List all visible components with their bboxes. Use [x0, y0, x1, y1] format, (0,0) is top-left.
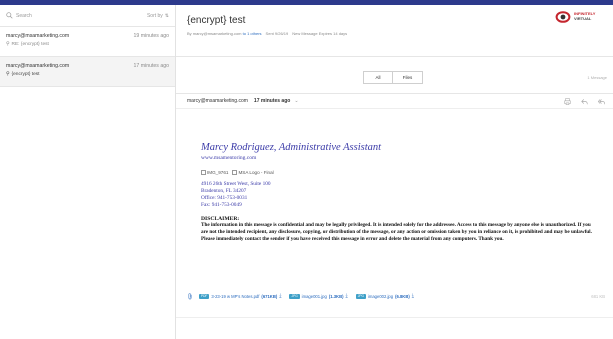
list-item-time: 19 minutes ago [133, 33, 169, 39]
file-type-badge: JPG [289, 293, 300, 299]
attachment-item[interactable]: JPG image002.jpg (6.8KB) ⤓ [355, 293, 414, 299]
signature-name: Marcy Rodriguez, Administrative Assistan… [201, 142, 382, 153]
message-count: 1 Message [587, 75, 607, 80]
logo-swirl-icon [555, 10, 571, 23]
message-header: {encrypt} test By marcy@msamarketing.com… [176, 5, 613, 57]
tabs-row: All Files 1 Message [176, 71, 613, 85]
message-item-header[interactable]: marcy@msamarketing.com 17 minutes ago ⌄ [176, 93, 613, 109]
list-item[interactable]: marcy@msamarketing.com 17 minutes ago ⚲ … [0, 57, 175, 87]
search-input[interactable]: Search [16, 13, 147, 19]
attachment-size: (671KB) [261, 293, 278, 299]
message-from: marcy@msamarketing.com [187, 98, 248, 104]
tab-files[interactable]: Files [393, 71, 423, 84]
disclaimer-text: The information in this message is confi… [201, 222, 592, 242]
download-icon[interactable]: ⤓ [279, 293, 281, 299]
attachment-size: (1.3KB) [328, 293, 344, 299]
print-icon[interactable] [564, 97, 571, 105]
attachment-name: image002.jpg [367, 293, 394, 299]
file-type-badge: PDF [199, 293, 210, 299]
paperclip-icon [188, 292, 192, 299]
reply-icon[interactable] [581, 98, 588, 105]
search-bar[interactable]: Search Sort by ⇅ [0, 5, 175, 27]
message-time: 17 minutes ago [253, 98, 291, 104]
message-list-sidebar: Search Sort by ⇅ marcy@msamarketing.com … [0, 5, 176, 339]
divider [176, 317, 613, 318]
message-meta: By marcy@msamarketing.com to 1 others Se… [187, 31, 603, 36]
logo-line2: VIRTUAL [574, 15, 592, 21]
search-icon [6, 12, 13, 19]
list-item-time: 17 minutes ago [133, 63, 169, 69]
signature-images: IMG_9761 MSA Logo - Final [201, 170, 601, 176]
attachment-name: image001.jpg [301, 293, 327, 299]
broken-image-2: MSA Logo - Final [232, 170, 274, 176]
download-icon[interactable]: ⤓ [346, 293, 348, 299]
attachment-name: 3-23-19 w MP's Notes.pdf [211, 293, 260, 299]
brand-logo: INFINITELY VIRTUAL [555, 8, 607, 25]
list-item-from: marcy@msamarketing.com [6, 63, 70, 69]
meta-to-link[interactable]: to 1 others [243, 31, 262, 36]
tab-all[interactable]: All [363, 71, 393, 84]
sort-button[interactable]: Sort by ⇅ [147, 13, 169, 19]
attachment-size: (6.8KB) [395, 293, 410, 299]
attachment-item[interactable]: JPG image001.jpg (1.3KB) ⤓ [289, 293, 348, 299]
message-view: {encrypt} test By marcy@msamarketing.com… [176, 5, 613, 339]
sort-icon: ⇅ [164, 12, 169, 19]
sort-label: Sort by [146, 12, 163, 19]
paperclip-icon: ⚲ [6, 42, 10, 47]
signature-website[interactable]: www.msamentoring.com [201, 155, 601, 161]
meta-by: By marcy@msamarketing.com [187, 31, 242, 36]
file-type-badge: JPG [355, 293, 366, 299]
list-item-from: marcy@msamarketing.com [6, 33, 70, 39]
message-subject: {encrypt} test [187, 15, 246, 26]
reply-all-icon[interactable] [598, 98, 605, 105]
list-item-subject: {encrypt} test [11, 72, 40, 77]
paperclip-icon: ⚲ [6, 72, 10, 77]
list-item[interactable]: marcy@msamarketing.com 19 minutes ago ⚲ … [0, 27, 175, 57]
broken-image-icon [232, 170, 238, 176]
broken-image-icon [201, 170, 206, 176]
attachment-item[interactable]: PDF 3-23-19 w MP's Notes.pdf (671KB) ⤓ [199, 293, 281, 299]
message-body: Marcy Rodriguez, Administrative Assistan… [201, 142, 601, 242]
broken-image-1: IMG_9761 [201, 170, 228, 176]
attachments-bar: PDF 3-23-19 w MP's Notes.pdf (671KB) ⤓ J… [176, 289, 613, 303]
attachments-total: 681 KB [591, 293, 605, 299]
meta-expires: New Message Expires 14 days [292, 31, 348, 36]
list-item-subject: RE: {encrypt} test [11, 42, 49, 47]
download-icon[interactable]: ⤓ [412, 293, 414, 299]
meta-sent: Sent 9/26/19 [265, 31, 289, 36]
chevron-down-icon[interactable]: ⌄ [294, 98, 298, 104]
signature-address: 4916 26th Street West, Suite 100 Bradent… [201, 181, 271, 208]
